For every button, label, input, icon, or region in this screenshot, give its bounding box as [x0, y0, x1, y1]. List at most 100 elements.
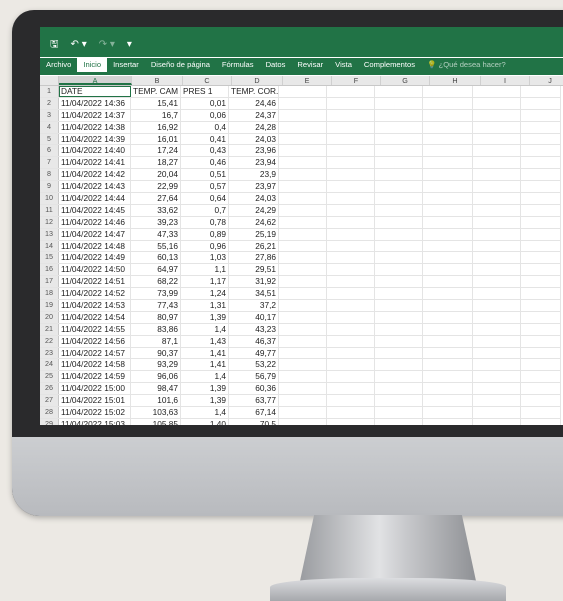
cell[interactable]: 11/04/2022 14:55 — [59, 323, 131, 335]
cell[interactable] — [375, 216, 423, 228]
redo-icon[interactable]: ↷ ▾ — [99, 39, 115, 51]
cell[interactable] — [473, 240, 521, 252]
cell[interactable]: 22,99 — [131, 181, 181, 193]
cell[interactable]: 1,39 — [181, 311, 229, 323]
cell[interactable]: 1,17 — [181, 276, 229, 288]
cell[interactable] — [521, 264, 561, 276]
tab-inicio[interactable]: Inicio — [77, 58, 108, 72]
cell[interactable]: 0,7 — [181, 204, 229, 216]
cell[interactable] — [473, 407, 521, 418]
cell[interactable]: 33,62 — [131, 204, 181, 216]
cell[interactable] — [375, 228, 423, 240]
cell[interactable] — [279, 86, 327, 97]
cell[interactable] — [375, 347, 423, 359]
cell[interactable] — [375, 264, 423, 276]
cell[interactable] — [473, 288, 521, 300]
cell[interactable] — [521, 323, 561, 335]
cell[interactable] — [279, 145, 327, 157]
cell[interactable] — [279, 347, 327, 359]
cell[interactable] — [327, 109, 375, 121]
column-header[interactable]: F — [332, 76, 381, 85]
row-header[interactable]: 10 — [40, 193, 59, 204]
cell[interactable] — [473, 204, 521, 216]
cell[interactable]: 15,41 — [131, 97, 181, 109]
cell[interactable]: 1,4 — [181, 323, 229, 335]
column-header[interactable]: H — [430, 76, 481, 85]
cell[interactable] — [521, 371, 561, 383]
cell[interactable] — [521, 359, 561, 371]
cell[interactable]: 11/04/2022 14:53 — [59, 300, 131, 311]
spreadsheet-grid[interactable]: A B C D E F G H I J 1 DATE TEMP. CAM PRES 1… — [40, 76, 563, 425]
cell[interactable]: 0,89 — [181, 228, 229, 240]
cell[interactable] — [327, 383, 375, 395]
cell[interactable]: 67,14 — [229, 407, 279, 418]
cell[interactable] — [375, 371, 423, 383]
cell[interactable] — [327, 204, 375, 216]
row-header[interactable]: 21 — [40, 323, 59, 335]
cell[interactable]: 29,51 — [229, 264, 279, 276]
cell[interactable] — [423, 145, 473, 157]
cell[interactable] — [423, 133, 473, 145]
cell[interactable]: 23,9 — [229, 169, 279, 181]
cell[interactable] — [327, 240, 375, 252]
cell[interactable] — [375, 359, 423, 371]
cell[interactable]: 11/04/2022 14:41 — [59, 157, 131, 169]
cell[interactable]: 39,23 — [131, 216, 181, 228]
cell[interactable] — [327, 407, 375, 418]
cell[interactable]: 11/04/2022 14:42 — [59, 169, 131, 181]
cell[interactable]: 98,47 — [131, 383, 181, 395]
cell[interactable]: 23,97 — [229, 181, 279, 193]
tab-insertar[interactable]: Insertar — [107, 58, 145, 72]
cell[interactable] — [423, 418, 473, 425]
cell[interactable]: 11/04/2022 15:02 — [59, 407, 131, 418]
cell[interactable] — [327, 121, 375, 133]
cell[interactable]: 0,4 — [181, 121, 229, 133]
cell[interactable] — [327, 418, 375, 425]
row-header[interactable]: 6 — [40, 145, 59, 157]
tab-vista[interactable]: Vista — [329, 58, 358, 72]
cell[interactable]: 0,06 — [181, 109, 229, 121]
cell[interactable] — [473, 86, 521, 97]
cell[interactable] — [375, 133, 423, 145]
cell[interactable]: 11/04/2022 15:00 — [59, 383, 131, 395]
cell[interactable]: 0,78 — [181, 216, 229, 228]
cell[interactable]: 105,85 — [131, 418, 181, 425]
cell[interactable] — [423, 395, 473, 407]
cell[interactable] — [375, 407, 423, 418]
cell[interactable]: 0,46 — [181, 157, 229, 169]
cell[interactable]: 31,92 — [229, 276, 279, 288]
cell[interactable] — [375, 395, 423, 407]
cell[interactable] — [473, 252, 521, 264]
cell[interactable] — [521, 169, 561, 181]
row-header[interactable]: 9 — [40, 181, 59, 193]
cell[interactable] — [473, 145, 521, 157]
tab-formulas[interactable]: Fórmulas — [216, 58, 260, 72]
cell[interactable]: PRES 1 — [181, 86, 229, 97]
column-header[interactable]: D — [232, 76, 283, 85]
cell[interactable] — [473, 311, 521, 323]
cell[interactable] — [327, 157, 375, 169]
cell[interactable]: 11/04/2022 14:36 — [59, 97, 131, 109]
cell[interactable] — [279, 383, 327, 395]
column-header[interactable]: A — [59, 76, 132, 85]
cell[interactable] — [473, 157, 521, 169]
cell[interactable] — [327, 347, 375, 359]
cell[interactable] — [423, 323, 473, 335]
cell[interactable] — [375, 311, 423, 323]
cell[interactable] — [423, 228, 473, 240]
tab-complementos[interactable]: Complementos — [358, 58, 421, 72]
cell[interactable]: 1,31 — [181, 300, 229, 311]
cell[interactable] — [521, 121, 561, 133]
cell[interactable] — [423, 300, 473, 311]
cell[interactable]: 16,7 — [131, 109, 181, 121]
cell[interactable]: 55,16 — [131, 240, 181, 252]
cell[interactable] — [423, 193, 473, 204]
row-header[interactable]: 8 — [40, 169, 59, 181]
column-header[interactable]: I — [481, 76, 530, 85]
row-header[interactable]: 28 — [40, 407, 59, 418]
cell[interactable] — [521, 216, 561, 228]
save-icon[interactable]: 🖫 — [50, 39, 59, 51]
cell[interactable]: 11/04/2022 14:50 — [59, 264, 131, 276]
select-all-corner[interactable] — [40, 76, 59, 85]
cell[interactable]: 90,37 — [131, 347, 181, 359]
